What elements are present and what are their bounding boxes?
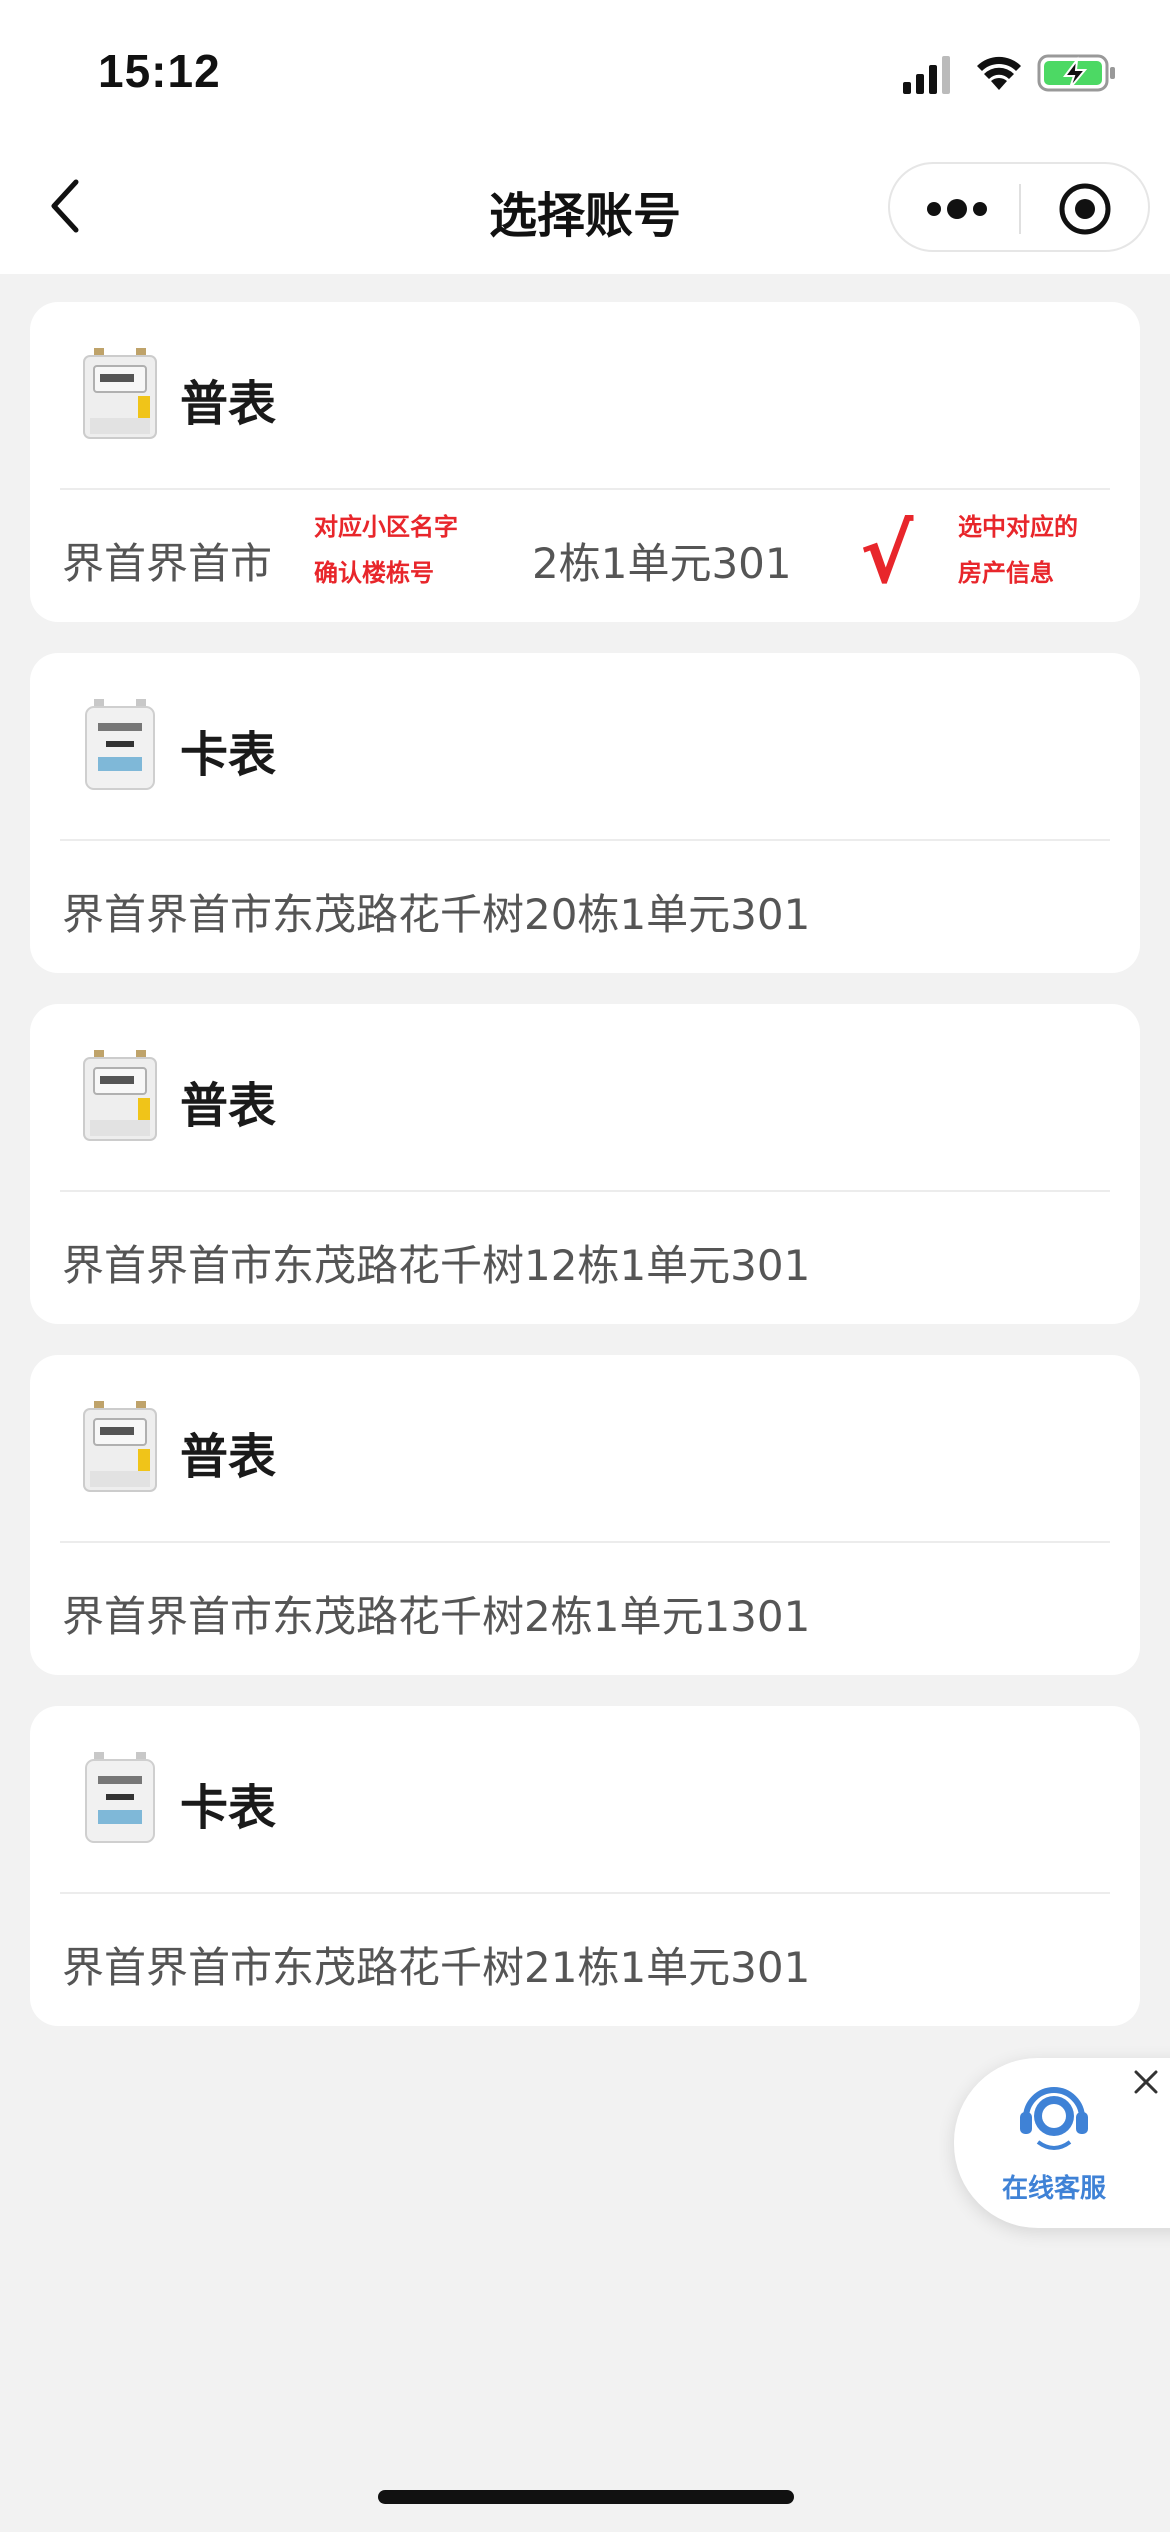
meter-type-label: 普表: [180, 1429, 277, 1485]
wifi-icon: [977, 56, 1021, 90]
annotation-line: 对应小区名字: [314, 513, 458, 541]
nav-bar: 选择账号: [0, 140, 1170, 274]
account-card[interactable]: 卡表 界首界首市东茂路花千树21栋1单元301: [30, 1706, 1140, 2026]
cellular-signal-icon: [903, 56, 950, 94]
standard-meter-icon: [83, 1050, 157, 1141]
close-icon[interactable]: [1124, 2060, 1168, 2104]
annotation-note-left: 对应小区名字 确认楼栋号: [314, 504, 458, 596]
meter-type-label: 卡表: [180, 1780, 277, 1836]
status-bar: 15:12: [0, 0, 1170, 140]
card-divider: [60, 1190, 1110, 1192]
meter-type-label: 普表: [180, 376, 277, 432]
standard-meter-icon: [83, 348, 157, 439]
account-card[interactable]: 普表 界首界首市东茂路花千树2栋1单元1301: [30, 1355, 1140, 1675]
more-dots-icon[interactable]: [926, 198, 988, 220]
close-program-icon[interactable]: [1058, 182, 1112, 236]
annotation-line: 确认楼栋号: [314, 559, 434, 587]
meter-type-label: 普表: [180, 1078, 277, 1134]
account-address: 界首界首市东茂路花千树20栋1单元301: [62, 890, 811, 939]
annotation-line: 选中对应的: [958, 513, 1078, 541]
account-address-suffix: 2栋1单元301: [532, 539, 792, 588]
account-card[interactable]: 卡表 界首界首市东茂路花千树20栋1单元301: [30, 653, 1140, 973]
account-card[interactable]: 普表 界首界首市 对应小区名字 确认楼栋号 2栋1单元301 √ 选中对应的 房…: [30, 302, 1140, 622]
annotation-note-right: 选中对应的 房产信息: [958, 504, 1078, 596]
account-address: 界首界首市东茂路花千树2栋1单元1301: [62, 1592, 811, 1641]
support-label: 在线客服: [1001, 2174, 1106, 2204]
card-meter-icon: [85, 1752, 155, 1843]
capsule-divider: [1019, 184, 1021, 234]
standard-meter-icon: [83, 1401, 157, 1492]
card-meter-icon: [85, 699, 155, 790]
card-divider: [60, 1541, 1110, 1543]
account-card[interactable]: 普表 界首界首市东茂路花千树12栋1单元301: [30, 1004, 1140, 1324]
meter-type-label: 卡表: [180, 727, 277, 783]
battery-charging-icon: [1037, 54, 1115, 92]
card-divider: [60, 839, 1110, 841]
headset-agent-icon: [1020, 2087, 1088, 2150]
home-indicator: [378, 2490, 794, 2504]
account-address: 界首界首市: [62, 539, 273, 588]
mini-program-capsule: [888, 162, 1150, 252]
card-divider: [60, 1892, 1110, 1894]
selected-check-mark: √: [860, 508, 914, 601]
account-address: 界首界首市东茂路花千树21栋1单元301: [62, 1943, 811, 1992]
annotation-line: 房产信息: [958, 559, 1054, 587]
status-time: 15:12: [98, 45, 221, 97]
account-address: 界首界首市东茂路花千树12栋1单元301: [62, 1241, 811, 1290]
card-divider: [60, 488, 1110, 490]
